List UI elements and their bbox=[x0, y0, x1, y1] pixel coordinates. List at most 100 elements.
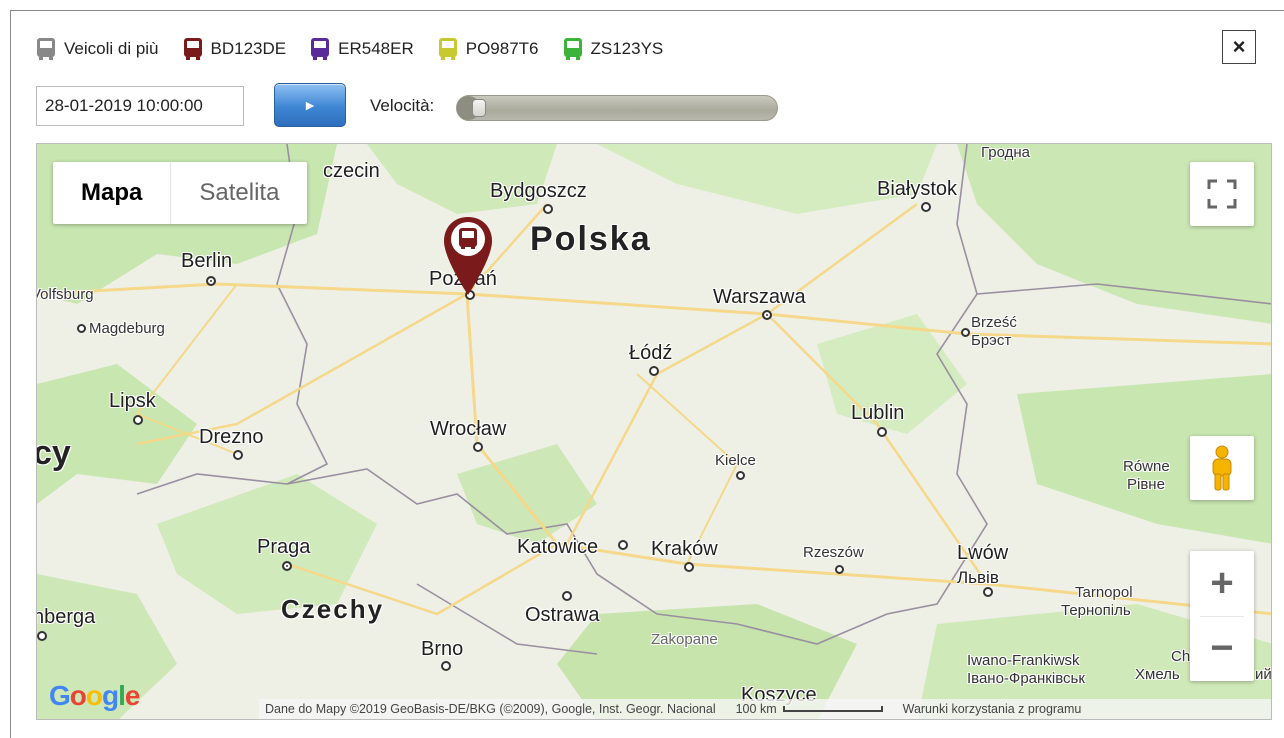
city-label-rowne: Równe bbox=[1123, 458, 1170, 475]
map-type-control: Mapa Satelita bbox=[53, 162, 308, 224]
city-label-partial-east: ий bbox=[1255, 666, 1272, 683]
city-label-iwano-frankiwsk: Iwano-Frankiwsk bbox=[967, 652, 1080, 669]
legend-item-label: Veicoli di più bbox=[64, 39, 159, 58]
city-label-brno: Brno bbox=[421, 638, 464, 660]
city-marker bbox=[921, 202, 931, 212]
map-view[interactable]: Polska Czechy cy czecin Bydgoszcz Białys… bbox=[36, 143, 1272, 720]
city-marker bbox=[618, 540, 628, 550]
zoom-control: + − bbox=[1190, 551, 1254, 681]
city-marker bbox=[206, 276, 216, 286]
bus-icon bbox=[37, 38, 55, 60]
city-label-khm: Хмель bbox=[1135, 666, 1180, 683]
scale-bar bbox=[782, 706, 883, 712]
city-label-rivne: Рівне bbox=[1127, 476, 1165, 493]
legend-item-label: PO987T6 bbox=[465, 39, 539, 58]
legend-item-zs123ys[interactable]: ZS123YS bbox=[563, 37, 664, 61]
city-label-wolfsburg: Volfsburg bbox=[36, 286, 94, 303]
country-label-partial: cy bbox=[36, 434, 71, 472]
city-marker bbox=[441, 661, 451, 671]
datetime-input[interactable] bbox=[36, 86, 244, 126]
city-label-bydgoszcz: Bydgoszcz bbox=[490, 180, 587, 202]
fullscreen-icon bbox=[1207, 179, 1237, 209]
speed-label: Velocità: bbox=[370, 96, 435, 115]
zoom-in-button[interactable]: + bbox=[1190, 551, 1254, 616]
google-logo[interactable]: Google bbox=[49, 680, 140, 712]
city-marker bbox=[961, 328, 970, 337]
close-icon: × bbox=[1232, 34, 1246, 59]
bus-icon bbox=[311, 38, 330, 60]
city-label-ivano-frankivsk: Івано-Франківськ bbox=[967, 670, 1085, 687]
legend-item-bd123de[interactable]: BD123DE bbox=[183, 37, 287, 61]
legend-item-er548er[interactable]: ER548ER bbox=[310, 37, 414, 61]
bus-icon bbox=[183, 38, 202, 60]
city-label-lviv: Львів bbox=[957, 568, 999, 587]
city-label-bialystok: Białystok bbox=[877, 178, 958, 200]
speed-slider-handle[interactable] bbox=[472, 99, 486, 117]
map-attribution-bar: Dane do Mapy ©2019 GeoBasis-DE/BKG (©200… bbox=[259, 699, 1271, 719]
country-label-czech: Czechy bbox=[281, 594, 385, 624]
city-label-berlin: Berlin bbox=[181, 250, 233, 272]
city-marker bbox=[473, 442, 483, 452]
city-marker bbox=[133, 415, 143, 425]
city-marker bbox=[37, 631, 47, 641]
street-view-button[interactable] bbox=[1190, 436, 1254, 500]
legend-item-label: BD123DE bbox=[210, 39, 287, 58]
bus-icon bbox=[438, 38, 457, 60]
city-label-nberga: nberga bbox=[36, 606, 96, 628]
city-marker bbox=[835, 565, 844, 574]
city-marker bbox=[543, 204, 553, 214]
legend-item-po987t6[interactable]: PO987T6 bbox=[438, 37, 539, 61]
vehicle-legend: Veicoli di più BD123DE ER548ER PO987T6 Z… bbox=[36, 35, 687, 63]
city-label-praga: Praga bbox=[257, 536, 311, 558]
close-button[interactable]: × bbox=[1222, 30, 1256, 64]
fullscreen-button[interactable] bbox=[1190, 162, 1254, 226]
city-label-zakopane: Zakopane bbox=[651, 631, 718, 648]
city-label-lodz: Łódź bbox=[629, 342, 673, 364]
country-label-poland: Polska bbox=[530, 220, 652, 258]
city-marker bbox=[562, 591, 572, 601]
bus-icon bbox=[563, 38, 582, 60]
city-label-brzesc: Brześć bbox=[971, 314, 1017, 331]
city-marker bbox=[877, 427, 887, 437]
city-marker bbox=[736, 471, 745, 480]
city-label-rzeszow: Rzeszów bbox=[803, 544, 864, 561]
city-label-szczecin: czecin bbox=[323, 160, 380, 182]
terms-link[interactable]: Warunki korzystania z programu bbox=[903, 702, 1082, 716]
city-marker bbox=[983, 587, 993, 597]
city-marker bbox=[684, 562, 694, 572]
zoom-divider bbox=[1200, 616, 1244, 617]
map-type-map-button[interactable]: Mapa bbox=[53, 162, 170, 224]
legend-item-label: ZS123YS bbox=[590, 39, 664, 58]
city-label-warszawa: Warszawa bbox=[713, 286, 806, 308]
city-marker bbox=[282, 561, 292, 571]
city-marker bbox=[649, 366, 659, 376]
vehicle-location-marker[interactable] bbox=[442, 215, 494, 297]
play-button[interactable]: ► bbox=[274, 83, 346, 127]
city-label-wroclaw: Wrocław bbox=[430, 418, 507, 440]
map-type-satellite-button[interactable]: Satelita bbox=[170, 162, 307, 224]
scale-label[interactable]: 100 km bbox=[736, 702, 777, 716]
zoom-out-button[interactable]: − bbox=[1190, 616, 1254, 681]
legend-item-label: ER548ER bbox=[338, 39, 414, 58]
city-label-kielce: Kielce bbox=[715, 452, 756, 469]
city-label-magdeburg: Magdeburg bbox=[89, 320, 165, 337]
legend-item-all[interactable]: Veicoli di più bbox=[36, 37, 159, 61]
city-marker bbox=[233, 450, 243, 460]
speed-slider[interactable] bbox=[456, 95, 778, 121]
city-label-katowice: Katowice bbox=[517, 536, 599, 558]
city-label-lublin: Lublin bbox=[851, 402, 905, 424]
city-label-tarnopol: Tarnopol bbox=[1075, 584, 1133, 601]
city-label-drezno: Drezno bbox=[199, 426, 264, 448]
city-label-lipsk: Lipsk bbox=[109, 390, 156, 412]
city-marker bbox=[762, 310, 772, 320]
city-label-ternopil: Тернопіль bbox=[1061, 602, 1131, 619]
pegman-icon bbox=[1212, 445, 1232, 491]
city-label-ostrawa: Ostrawa bbox=[525, 604, 600, 626]
city-label-brest: Брэст bbox=[971, 332, 1012, 349]
city-label-grodno: Гродна bbox=[981, 144, 1031, 161]
play-icon: ► bbox=[303, 97, 317, 113]
city-marker bbox=[77, 324, 86, 333]
city-label-krakow: Kraków bbox=[651, 538, 718, 560]
map-attribution: Dane do Mapy ©2019 GeoBasis-DE/BKG (©200… bbox=[265, 702, 716, 716]
city-label-lwow: Lwów bbox=[957, 542, 1009, 564]
